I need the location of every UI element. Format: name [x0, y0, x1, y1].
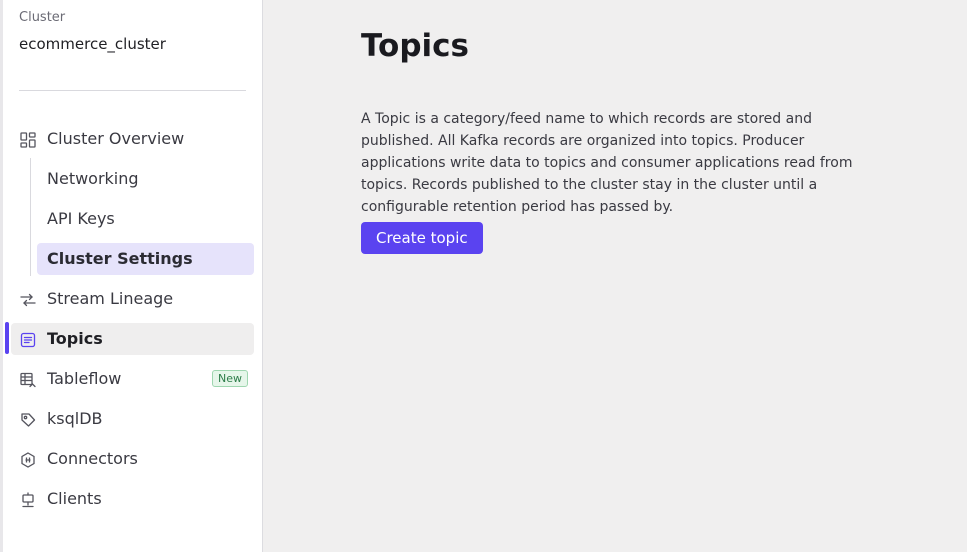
create-topic-button[interactable]: Create topic — [361, 222, 483, 254]
sidebar-subitem-label: Networking — [47, 169, 139, 188]
sidebar-item-label: Cluster Overview — [47, 129, 185, 148]
sidebar-subitem-label: API Keys — [47, 209, 115, 228]
sidebar-item-cluster-overview[interactable]: Cluster Overview — [11, 123, 254, 155]
sidebar-item-stream-lineage[interactable]: Stream Lineage — [11, 283, 254, 315]
new-badge: New — [212, 370, 248, 387]
divider — [19, 90, 246, 91]
sidebar-item-label: Stream Lineage — [47, 289, 174, 308]
connectors-icon — [19, 451, 36, 468]
topics-description: A Topic is a category/feed name to which… — [361, 111, 853, 215]
clients-icon — [19, 491, 36, 508]
cluster-name[interactable]: ecommerce_cluster — [19, 35, 166, 53]
cluster-label: Cluster — [19, 10, 66, 25]
topics-icon — [19, 331, 36, 348]
sidebar-subitem-cluster-settings[interactable]: Cluster Settings — [37, 243, 254, 275]
sidebar-subitem-label: Cluster Settings — [47, 249, 193, 268]
sidebar-subitem-networking[interactable]: Networking — [37, 163, 254, 195]
sidebar-item-tableflow[interactable]: Tableflow New — [11, 363, 254, 395]
sidebar: Cluster ecommerce_cluster Cluster Overvi… — [0, 0, 263, 552]
tableflow-icon — [19, 371, 36, 388]
sidebar-item-label: Connectors — [47, 449, 138, 468]
sidebar-item-label: Tableflow — [47, 369, 122, 388]
sidebar-item-label: ksqlDB — [47, 409, 103, 428]
submenu-guide-line — [30, 158, 31, 276]
sidebar-subitem-api-keys[interactable]: API Keys — [37, 203, 254, 235]
sidebar-item-connectors[interactable]: Connectors — [11, 443, 254, 475]
lineage-icon — [19, 291, 36, 308]
sidebar-item-topics[interactable]: Topics — [11, 323, 254, 355]
active-indicator — [5, 322, 9, 354]
sidebar-item-ksqldb[interactable]: ksqlDB — [11, 403, 254, 435]
sidebar-item-clients[interactable]: Clients — [11, 483, 254, 515]
page-title: Topics — [361, 28, 469, 64]
sidebar-item-label: Topics — [47, 329, 103, 348]
ksqldb-icon — [19, 411, 36, 428]
dashboard-icon — [19, 131, 36, 148]
sidebar-item-label: Clients — [47, 489, 102, 508]
